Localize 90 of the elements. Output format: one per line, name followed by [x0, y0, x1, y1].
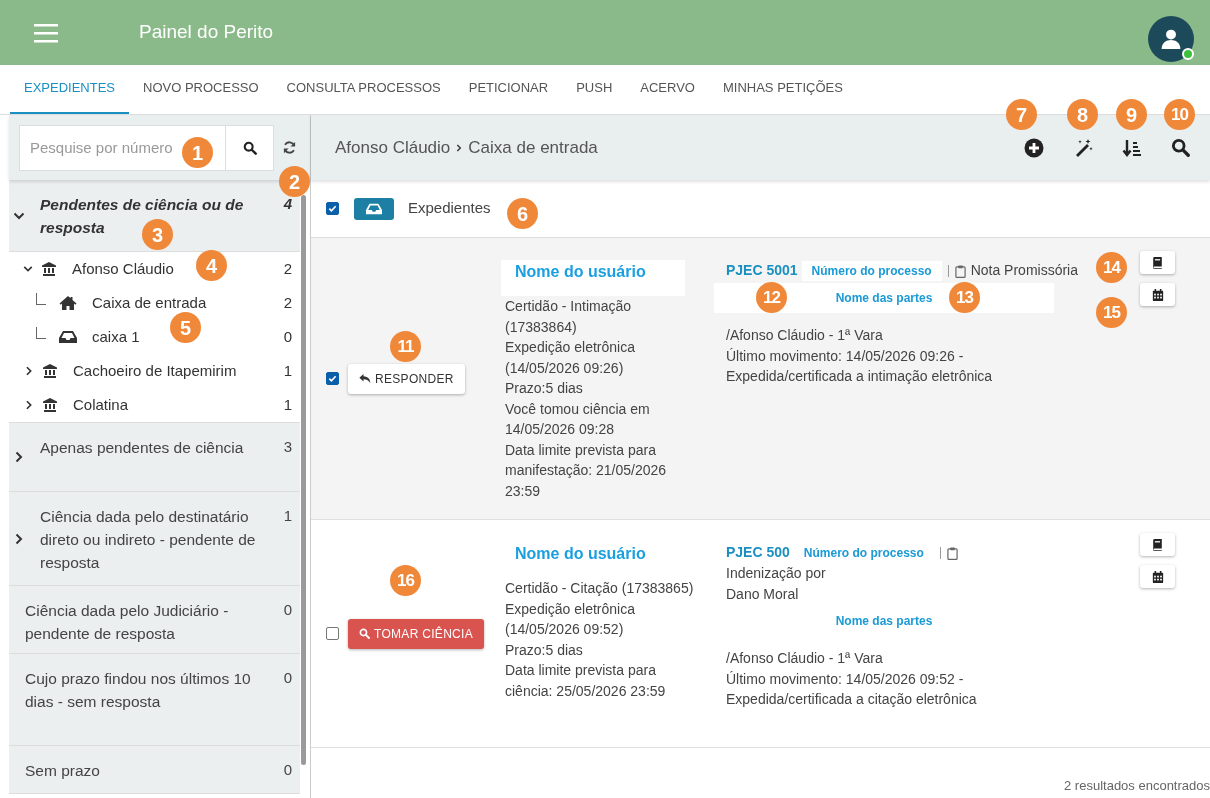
court-item[interactable]: Colatina [73, 393, 129, 417]
item-count: 1 [283, 360, 292, 381]
scrollbar[interactable] [301, 195, 306, 765]
calendar-icon [1151, 570, 1164, 583]
expedient-detail: Expedição eletrônica (14/05/2026 09:26) [505, 338, 636, 378]
expedient-detail: Data limite prevista para ciência: 25/05/2026 23:59 [505, 661, 667, 701]
item-count: 2 [283, 292, 292, 313]
chevron-right-icon[interactable] [24, 400, 34, 410]
search-button[interactable] [226, 124, 274, 171]
calendar-button[interactable] [1140, 283, 1175, 306]
category-item[interactable]: Cujo prazo findou nos últimos 10 dias - sem resposta 0 [9, 654, 300, 746]
chevron-right-icon[interactable] [24, 366, 34, 376]
book-icon [1152, 538, 1163, 551]
search-button[interactable] [1171, 138, 1190, 157]
last-movement: Último movimento: 14/05/2026 09:26 - Expedida/certificada a intimação eletrônica [726, 346, 994, 386]
search-icon [242, 140, 257, 155]
courthouse-icon [42, 397, 58, 413]
clipboard-icon [946, 546, 958, 560]
courthouse-icon [42, 363, 58, 379]
home-icon [59, 295, 77, 311]
parties-label: Nome das partes [835, 612, 933, 630]
last-movement: Último movimento: 14/05/2026 09:52 - Expedida/certificada a citação eletrônica [726, 669, 978, 709]
annotation-marker: 8 [1067, 99, 1098, 130]
nav-tab[interactable]: CONSULTA PROCESSOS [272, 64, 455, 114]
category-item[interactable]: Ciência dada pelo destinatário direto ou indireto - pendente de resposta 1 [9, 492, 300, 586]
breadcrumb-item[interactable]: Afonso Cláudio [335, 134, 451, 161]
item-count: 2 [283, 258, 292, 279]
mailbox-item[interactable]: Caixa de entrada [92, 291, 207, 315]
reply-icon [359, 373, 371, 384]
expedient-detail: Expedição eletrônica (14/05/2026 09:52) [505, 599, 636, 639]
checkbox[interactable] [326, 202, 339, 215]
respond-button[interactable]: RESPONDER [348, 363, 465, 394]
annotation-marker: 7 [1006, 99, 1037, 130]
nav-tab[interactable]: MINHAS PETIÇÕES [709, 64, 857, 114]
tree-connector [36, 327, 46, 339]
calendar-icon [1151, 288, 1164, 301]
divider [947, 265, 949, 278]
expedient-detail: Certidão - Intimação (17383864) [505, 297, 633, 337]
expedient-detail: Certidão - Citação (17383865) [505, 579, 695, 598]
tree-connector [36, 293, 46, 305]
acknowledge-button[interactable]: TOMAR CIÊNCIA [348, 618, 485, 649]
sort-button[interactable] [1122, 137, 1142, 158]
results-count: 2 resultados encontrados [1064, 776, 1210, 795]
user-avatar[interactable] [1148, 16, 1194, 62]
category-item[interactable]: Ciência dada pelo Judiciário - pendente de resposta 0 [9, 586, 300, 654]
inbox-badge [354, 197, 394, 220]
chevron-down-icon[interactable] [23, 264, 33, 274]
annotation-marker: 9 [1116, 99, 1147, 130]
list-title: Expedientes [408, 198, 491, 219]
book-icon [1152, 256, 1163, 269]
book-button[interactable] [1140, 251, 1175, 274]
user-silhouette-icon [1160, 28, 1182, 50]
book-button[interactable] [1140, 533, 1175, 556]
expedient-detail: Você tomou ciência em 14/05/2026 09:28 [505, 399, 651, 439]
process-subject: Indenização por Dano Moral [726, 564, 827, 604]
expedient-detail: Prazo:5 dias [505, 640, 584, 660]
nav-tab[interactable]: PETICIONAR [454, 64, 563, 114]
nav-tab[interactable]: ACERVO [626, 64, 709, 114]
category-item[interactable]: Sem prazo 0 [9, 746, 300, 794]
process-number-link[interactable]: PJEC 500 [726, 544, 790, 560]
expedient-detail: Prazo:5 dias [505, 379, 584, 398]
court-item[interactable]: Afonso Cláudio [72, 257, 174, 281]
process-number-label: Número do processo [801, 261, 942, 281]
divider [939, 547, 941, 560]
expedient-detail: Data limite prevista para manifestação: 21/05/2026 23:59 [505, 440, 668, 501]
clipboard-icon [954, 264, 966, 278]
checkbox[interactable] [326, 627, 339, 640]
item-count: 1 [283, 394, 292, 415]
search-icon [359, 628, 370, 639]
app-title: Painel do Perito [139, 20, 274, 45]
chevron-right-icon [455, 143, 464, 152]
mailbox-item[interactable]: caixa 1 [92, 325, 140, 349]
calendar-button[interactable] [1140, 565, 1175, 588]
nav-tab[interactable]: NOVO PROCESSO [129, 64, 273, 114]
item-count: 0 [283, 326, 292, 347]
court-item[interactable]: Cachoeiro de Itapemirim [73, 359, 237, 383]
process-subject: Nota Promissória [970, 261, 1078, 280]
add-button[interactable] [1024, 137, 1044, 158]
inbox-icon [59, 328, 77, 346]
court-location: /Afonso Cláudio - 1ª Vara [726, 649, 884, 668]
category-item[interactable]: Apenas pendentes de ciência 3 [9, 423, 300, 492]
nav-tab[interactable]: PUSH [562, 64, 627, 114]
refresh-button[interactable] [282, 140, 297, 155]
court-location: /Afonso Cláudio - 1ª Vara [726, 326, 884, 345]
breadcrumb-item[interactable]: Caixa de entrada [468, 134, 598, 161]
user-name-label: Nome do usuário [501, 260, 685, 296]
parties-label: Nome das partes [835, 289, 933, 307]
courthouse-icon [41, 261, 57, 277]
annotation-marker: 10 [1164, 99, 1195, 130]
checkbox[interactable] [326, 372, 339, 385]
